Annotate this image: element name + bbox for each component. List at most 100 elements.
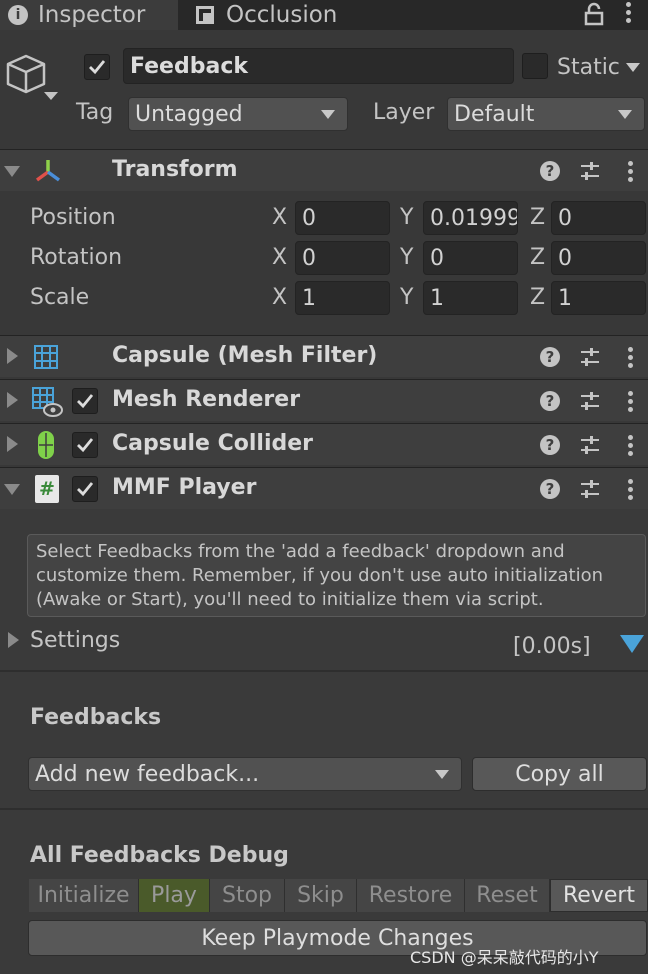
- presets-icon[interactable]: [579, 390, 601, 412]
- rotation-x-field[interactable]: 0: [295, 241, 390, 275]
- restore-button[interactable]: Restore: [357, 879, 465, 912]
- direction-arrow-icon[interactable]: [620, 635, 644, 653]
- help-icon[interactable]: ?: [540, 347, 560, 367]
- watermark: CSDN @呆呆敲代码的小Y: [410, 948, 599, 967]
- component-menu-icon[interactable]: [627, 161, 633, 182]
- settings-duration: [0.00s]: [513, 634, 591, 659]
- presets-icon[interactable]: [579, 434, 601, 456]
- tag-label: Tag: [76, 100, 114, 125]
- chevron-down-icon: [321, 110, 335, 119]
- position-y-field[interactable]: 0.01999: [423, 201, 518, 235]
- mmf-player-title: MMF Player: [112, 475, 257, 500]
- presets-icon[interactable]: [579, 478, 601, 500]
- axis-y-label[interactable]: Y: [400, 245, 413, 270]
- mesh-filter-icon: [34, 345, 58, 369]
- help-icon[interactable]: ?: [540, 435, 560, 455]
- foldout-arrow-icon[interactable]: [4, 484, 20, 495]
- rotation-y-field[interactable]: 0: [423, 241, 518, 275]
- axis-x-label[interactable]: X: [272, 285, 287, 310]
- debug-heading: All Feedbacks Debug: [30, 843, 289, 868]
- initialize-button[interactable]: Initialize: [29, 879, 139, 912]
- foldout-arrow-icon[interactable]: [7, 348, 18, 364]
- static-checkbox[interactable]: [522, 53, 548, 79]
- mesh-filter-header[interactable]: Capsule (Mesh Filter) ?: [0, 335, 648, 377]
- axis-y-label[interactable]: Y: [400, 285, 413, 310]
- component-menu-icon[interactable]: [627, 347, 633, 368]
- check-icon: [77, 482, 94, 497]
- rotation-z-field[interactable]: 0: [551, 241, 646, 275]
- axis-z-label[interactable]: Z: [530, 245, 545, 270]
- mesh-renderer-title: Mesh Renderer: [112, 387, 301, 412]
- axis-z-label[interactable]: Z: [530, 285, 545, 310]
- presets-icon[interactable]: [579, 346, 601, 368]
- static-dropdown[interactable]: Static: [557, 50, 647, 84]
- skip-button[interactable]: Skip: [285, 879, 357, 912]
- help-box-text: Select Feedbacks from the 'add a feedbac…: [36, 541, 604, 610]
- mmf-player-enabled-checkbox[interactable]: [72, 476, 98, 502]
- transform-title: Transform: [112, 157, 238, 182]
- chevron-down-icon: [435, 770, 449, 779]
- mesh-renderer-enabled-checkbox[interactable]: [72, 388, 98, 414]
- transform-icon: [35, 160, 61, 182]
- divider: [0, 670, 648, 672]
- capsule-collider-icon: [38, 431, 54, 459]
- capsule-collider-title: Capsule Collider: [112, 431, 314, 456]
- settings-foldout-icon[interactable]: [8, 632, 19, 648]
- info-icon: i: [8, 5, 28, 25]
- check-icon: [77, 438, 94, 453]
- scale-z-field[interactable]: 1: [551, 281, 646, 315]
- scale-y-field[interactable]: 1: [423, 281, 518, 315]
- chevron-down-icon: [625, 62, 640, 72]
- scale-x-field[interactable]: 1: [295, 281, 390, 315]
- mmf-player-header[interactable]: # MMF Player ?: [0, 467, 648, 509]
- foldout-arrow-icon[interactable]: [4, 166, 20, 177]
- layer-value: Default: [454, 101, 535, 127]
- lock-icon[interactable]: [583, 2, 605, 26]
- axis-z-label[interactable]: Z: [530, 205, 545, 230]
- play-button[interactable]: Play: [139, 879, 210, 912]
- chevron-down-icon: [618, 110, 632, 119]
- reset-button[interactable]: Reset: [465, 879, 550, 912]
- settings-label[interactable]: Settings: [30, 628, 120, 653]
- active-checkbox[interactable]: [84, 54, 110, 80]
- revert-button[interactable]: Revert: [550, 879, 648, 912]
- gameobject-cube-icon[interactable]: [4, 52, 60, 104]
- help-icon[interactable]: ?: [540, 391, 560, 411]
- presets-icon[interactable]: [579, 160, 601, 182]
- component-menu-icon[interactable]: [627, 479, 633, 500]
- check-icon: [77, 394, 94, 409]
- layer-label: Layer: [373, 100, 435, 125]
- transform-header[interactable]: Transform ?: [0, 149, 648, 191]
- help-box: Select Feedbacks from the 'add a feedbac…: [27, 534, 646, 617]
- tab-menu-icon[interactable]: [625, 2, 631, 23]
- component-menu-icon[interactable]: [627, 391, 633, 412]
- mesh-renderer-icon: [32, 387, 63, 417]
- position-z-field[interactable]: 0: [551, 201, 646, 235]
- tag-value: Untagged: [135, 101, 243, 127]
- tag-dropdown[interactable]: Untagged: [128, 97, 348, 131]
- object-name-field[interactable]: Feedback: [123, 48, 514, 84]
- capsule-collider-enabled-checkbox[interactable]: [72, 432, 98, 458]
- help-icon[interactable]: ?: [540, 161, 560, 181]
- axis-x-label[interactable]: X: [272, 205, 287, 230]
- component-menu-icon[interactable]: [627, 435, 633, 456]
- tab-occlusion[interactable]: Occlusion: [188, 0, 388, 30]
- tab-bar: i Inspector Occlusion: [0, 0, 648, 30]
- occlusion-icon: [196, 6, 214, 24]
- position-x-field[interactable]: 0: [295, 201, 390, 235]
- divider: [0, 808, 648, 810]
- tab-inspector[interactable]: i Inspector: [0, 0, 178, 30]
- stop-button[interactable]: Stop: [210, 879, 285, 912]
- add-feedback-dropdown[interactable]: Add new feedback...: [28, 757, 462, 791]
- mesh-renderer-header[interactable]: Mesh Renderer ?: [0, 379, 648, 421]
- tab-inspector-label: Inspector: [38, 2, 146, 28]
- axis-x-label[interactable]: X: [272, 245, 287, 270]
- foldout-arrow-icon[interactable]: [7, 392, 18, 408]
- axis-y-label[interactable]: Y: [400, 205, 413, 230]
- capsule-collider-header[interactable]: Capsule Collider ?: [0, 423, 648, 465]
- feedbacks-heading: Feedbacks: [30, 705, 162, 730]
- foldout-arrow-icon[interactable]: [7, 436, 18, 452]
- copy-all-button[interactable]: Copy all: [472, 757, 647, 791]
- layer-dropdown[interactable]: Default: [447, 97, 645, 131]
- help-icon[interactable]: ?: [540, 479, 560, 499]
